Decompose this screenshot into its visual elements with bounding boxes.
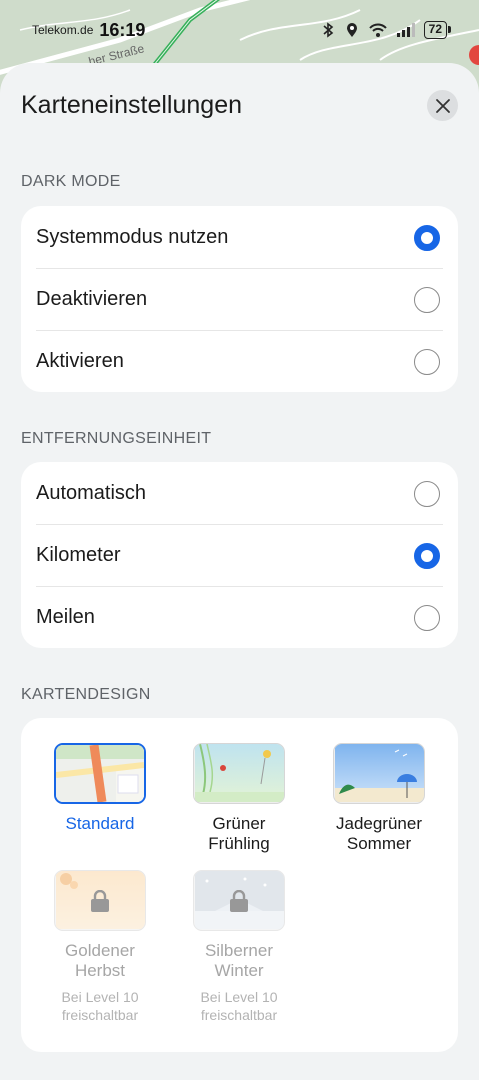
theme-label-line: Herbst [74,961,126,980]
theme-golden-autumn[interactable]: Goldener Herbst Bei Level 10 freischaltb… [40,870,160,1024]
distance-unit-section-label: ENTFERNUNGSEINHEIT [21,430,212,447]
map-design-grid: Standard Grüner Frühling Jadegrüner Somm… [21,718,458,1052]
unlock-hint-line: freischaltbar [61,1007,139,1023]
carrier-label: Telekom.de [32,23,94,37]
theme-jade-summer-label: Jadegrüner Sommer [319,814,439,854]
theme-silver-winter-thumbnail[interactable] [193,870,285,931]
theme-label-line: Winter [214,961,264,980]
dark-mode-option-system[interactable]: Systemmodus nutzen [21,206,458,268]
dark-mode-card: Systemmodus nutzen Deaktivieren Aktivier… [21,206,458,392]
theme-label-line: Grüner [212,814,266,833]
battery-indicator: 72 [423,21,452,39]
clock: 16:19 [99,19,146,40]
lock-icon [91,889,109,912]
radio-selected-icon[interactable] [414,543,440,569]
option-label: Aktivieren [36,349,124,372]
theme-silver-winter[interactable]: Silberner Winter Bei Level 10 freischalt… [179,870,299,1024]
dark-mode-option-off[interactable]: Deaktivieren [21,268,458,330]
close-button[interactable] [427,90,458,121]
option-label: Automatisch [36,481,147,504]
bluetooth-icon [323,22,333,38]
unlock-hint: Bei Level 10 freischaltbar [40,988,160,1024]
wifi-icon [368,23,387,37]
location-icon [346,23,357,37]
option-label: Meilen [36,605,95,628]
theme-standard-thumbnail[interactable] [54,743,146,804]
close-icon [435,98,450,113]
theme-golden-autumn-thumbnail[interactable] [54,870,146,931]
distance-unit-option-km[interactable]: Kilometer [21,524,458,586]
sheet-title: Karteneinstellungen [21,90,242,119]
theme-green-spring[interactable]: Grüner Frühling [179,743,299,854]
radio-unselected-icon[interactable] [414,287,440,313]
unlock-hint: Bei Level 10 freischaltbar [179,988,299,1024]
theme-silver-winter-label: Silberner Winter [179,941,299,981]
theme-label-line: Goldener [65,941,135,960]
distance-unit-option-miles[interactable]: Meilen [21,586,458,648]
theme-standard[interactable]: Standard [40,743,160,834]
lock-icon [230,889,248,912]
theme-jade-summer-thumbnail[interactable] [333,743,425,804]
theme-standard-label: Standard [65,814,135,833]
radio-unselected-icon[interactable] [414,605,440,631]
radio-unselected-icon[interactable] [414,349,440,375]
distance-unit-card: Automatisch Kilometer Meilen [21,462,458,648]
status-icons: 72 [320,21,452,39]
radio-unselected-icon[interactable] [414,481,440,507]
option-label: Deaktivieren [36,287,148,310]
theme-green-spring-label: Grüner Frühling [179,814,299,854]
map-design-section-label: KARTENDESIGN [21,686,151,703]
theme-golden-autumn-label: Goldener Herbst [40,941,160,981]
theme-label-line: Frühling [208,834,270,853]
status-bar: Telekom.de 16:19 72 [0,0,479,60]
dark-mode-section-label: DARK MODE [21,173,121,190]
dark-mode-option-on[interactable]: Aktivieren [21,330,458,392]
theme-label-line: Sommer [346,834,412,853]
distance-unit-option-auto[interactable]: Automatisch [21,462,458,524]
theme-green-spring-thumbnail[interactable] [193,743,285,804]
theme-label-line: Jadegrüner [335,814,422,833]
option-label: Systemmodus nutzen [36,225,229,248]
unlock-hint-line: Bei Level 10 [61,989,139,1005]
signal-icon [396,23,415,37]
map-settings-sheet: Karteneinstellungen DARK MODE Systemmodu… [0,63,479,1080]
unlock-hint-line: Bei Level 10 [200,989,278,1005]
map-design-card: Standard Grüner Frühling Jadegrüner Somm… [21,718,458,1052]
unlock-hint-line: freischaltbar [200,1007,278,1023]
radio-selected-icon[interactable] [414,225,440,251]
theme-label-line: Silberner [204,941,274,960]
option-label: Kilometer [36,543,121,566]
sheet-header: Karteneinstellungen [21,87,458,123]
theme-jade-summer[interactable]: Jadegrüner Sommer [319,743,439,854]
